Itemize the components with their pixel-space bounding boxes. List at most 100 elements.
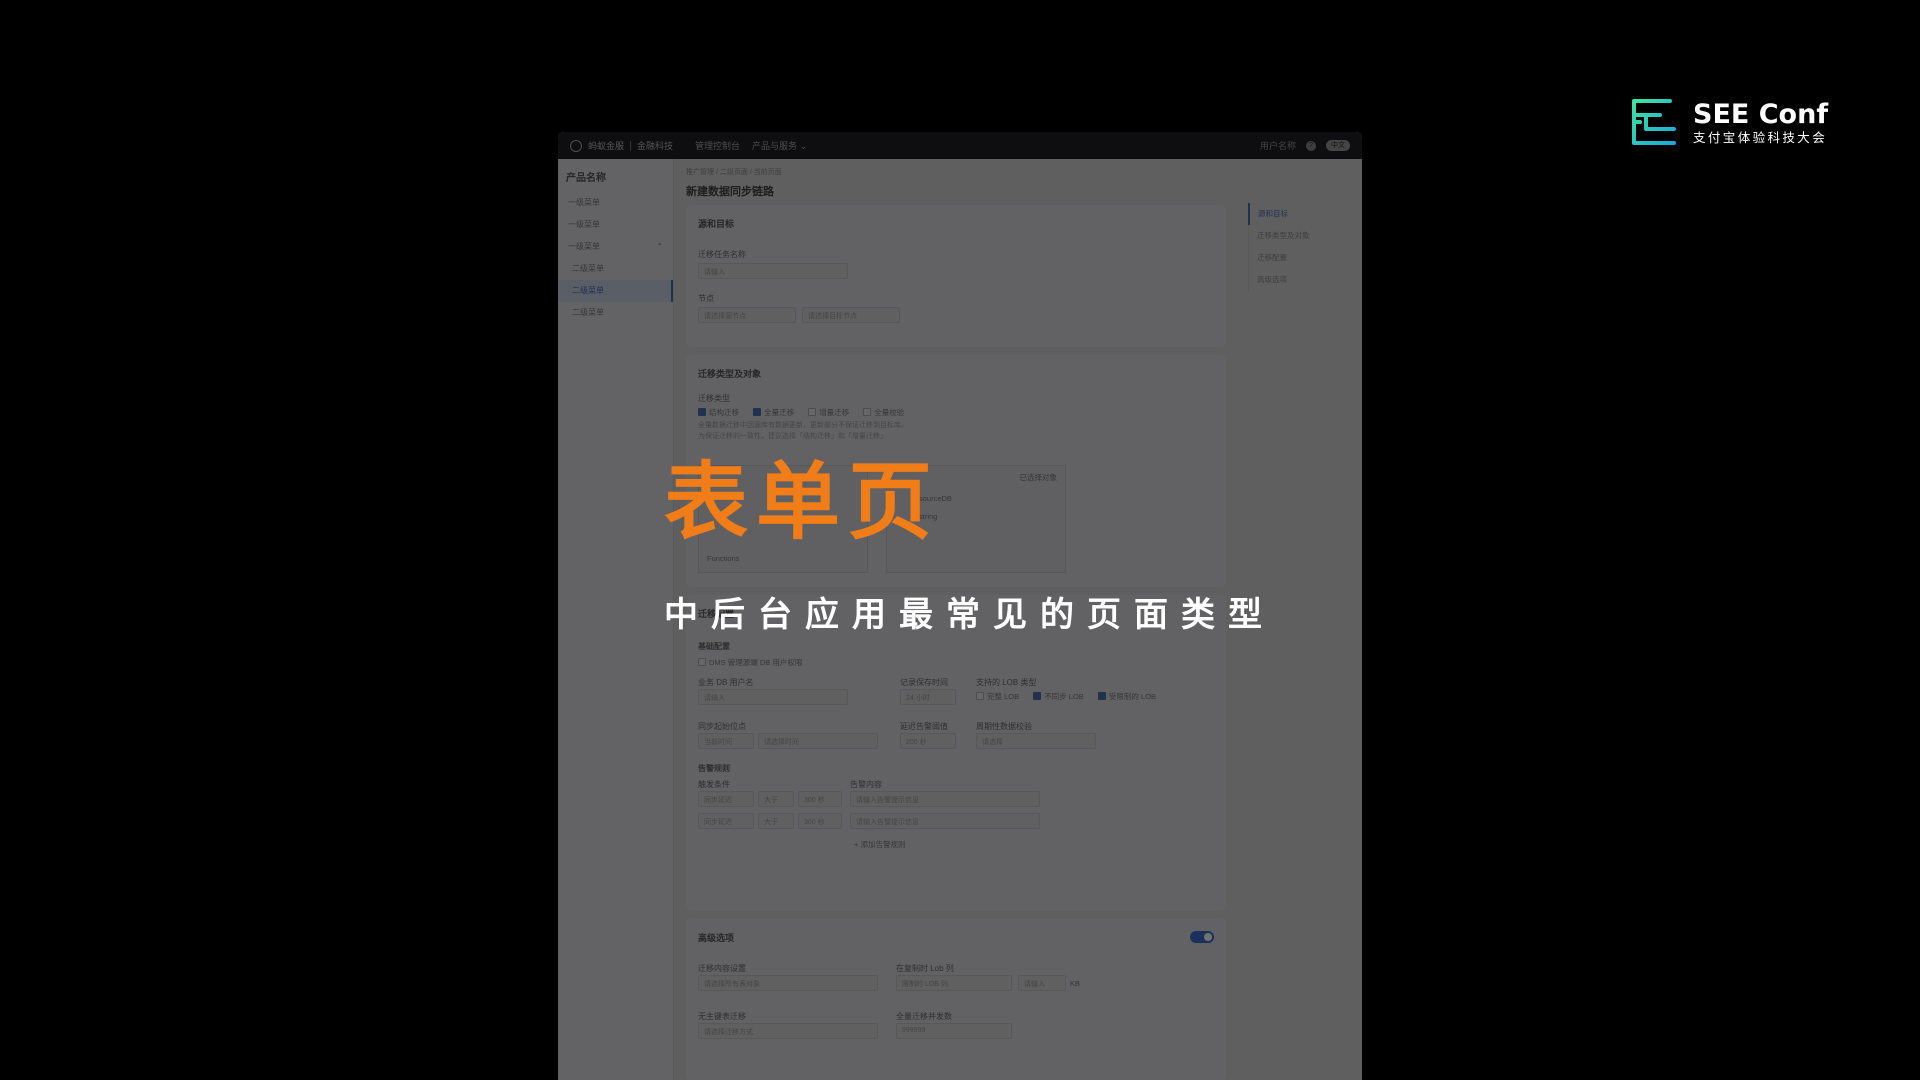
user-name[interactable]: 用户名称 [1260,139,1296,152]
add-rule-button[interactable]: + 添加告警规则 [854,839,905,850]
basic-config-title: 基础配置 [698,642,730,651]
rule-2-content[interactable]: 请输入告警提示信息 [850,813,1040,829]
anchor-nav: 源和目标 迁移类型及对象 迁移配置 高级选项 [1248,203,1358,291]
dms-option[interactable]: DMS 管理源端 DB 用户权限 [698,657,802,668]
chevron-down-icon: ⌄ [799,141,808,151]
checkbox-icon [976,692,984,700]
headline-subtitle: 中后台应用最常见的页面类型 [664,595,1275,635]
db-user-label: 业务 DB 用户名 [698,678,754,687]
checkbox-icon [863,408,872,416]
type-option-full[interactable]: 全量迁移 [753,408,794,417]
sidebar-subitem-3[interactable]: 二级菜单 [558,302,673,324]
section-advanced-title: 高级选项 [698,933,735,943]
type-option-incremental[interactable]: 增量迁移 [808,408,849,417]
brand-divider [630,140,632,151]
brand-right: 金融科技 [637,141,674,151]
type-option-verify-label: 全量校验 [874,408,905,417]
top-nav: 管理控制台 产品与服务 ⌄ [695,139,807,152]
nopk-select[interactable]: 请选择迁移方式 [698,1023,878,1039]
log-time-label: 记录保存时间 [900,678,948,687]
trigger-label: 触发条件 [698,780,730,789]
rule-2-value[interactable]: 300 秒 [798,813,842,829]
type-hint-1: 全量数据迁移中因源库有数据更新，更新部分不保证迁移到目标库。 [698,422,908,429]
rule-1-op[interactable]: 大于 [758,791,794,807]
advanced-toggle[interactable] [1190,931,1214,943]
section-advanced: 高级选项 迁移内容设置 请选择所有表对象 在复制时 Lob 列 限制的 LOB … [686,919,1226,1080]
type-option-structure[interactable]: 结构迁移 [698,408,739,417]
anchor-item-advanced[interactable]: 高级选项 [1249,269,1358,291]
rule-2-op[interactable]: 大于 [758,813,794,829]
sidebar-item-3[interactable]: 一级菜单 ⌃ [558,236,673,258]
nav-console[interactable]: 管理控制台 [695,139,740,152]
lob-option-limited[interactable]: 受限制的 LOB [1097,692,1156,701]
sidebar-item-1[interactable]: 一级菜单 [558,192,673,214]
brand-left: 蚂蚁金服 [588,141,625,151]
rule-1-value[interactable]: 300 秒 [798,791,842,807]
page-title: 新建数据同步链路 [686,186,774,198]
lob-unit: KB [1070,979,1081,988]
content-setting-select[interactable]: 请选择所有表对象 [698,975,878,991]
type-option-verify[interactable]: 全量校验 [863,408,904,417]
nav-products-label: 产品与服务 [752,141,798,151]
target-node-select[interactable]: 请选择目标节点 [802,307,900,323]
task-name-input[interactable]: 请输入 [698,263,848,279]
lob-options: 完整 LOB 不同步 LOB 受限制的 LOB [976,691,1168,702]
section-source-target: 源和目标 迁移任务名称 请输入 节点 请选择源节点 请选择目标节点 [686,205,1226,347]
node-label: 节点 [698,294,714,303]
logo-subtitle: 支付宝体验科技大会 [1693,130,1828,145]
anchor-item-type[interactable]: 迁移类型及对象 [1249,225,1358,247]
type-option-full-label: 全量迁移 [764,408,795,417]
lob-option-limited-label: 受限制的 LOB [1108,692,1156,701]
logo-title: SEE Conf [1693,99,1829,130]
sidebar-subitem-2-active[interactable]: 二级菜单 [558,280,673,302]
checkbox-icon [808,408,817,416]
section-source-title: 源和目标 [698,219,735,229]
brand[interactable]: 蚂蚁金服 金融科技 [570,139,673,152]
top-navbar: 蚂蚁金服 金融科技 管理控制台 产品与服务 ⌄ 用户名称 ? 中文 [558,132,1362,159]
chevron-up-icon: ⌃ [656,242,663,251]
concurrency-input[interactable]: 999999 [896,1023,1012,1039]
delay-label: 延迟告警阈值 [900,722,948,731]
section-config: 迁移配置 基础配置 DMS 管理源端 DB 用户权限 业务 DB 用户名 请输入… [686,595,1226,911]
selected-objects-label: 已选择对象 [1019,473,1058,482]
rule-2-metric[interactable]: 同步延迟 [698,813,754,829]
checkbox-icon [698,658,706,666]
lob-option-none[interactable]: 不同步 LOB [1033,692,1084,701]
checkbox-checked-icon [698,408,706,416]
rule-1-metric[interactable]: 同步延迟 [698,791,754,807]
sidebar-subitem-1[interactable]: 二级菜单 [558,258,673,280]
breadcrumb[interactable]: 推广管理 / 二级页面 / 当前页面 [686,167,782,177]
source-node-select[interactable]: 请选择源节点 [698,307,796,323]
anchor-item-config[interactable]: 迁移配置 [1249,247,1358,269]
log-time-select[interactable]: 24 小时 [900,689,956,705]
lob-size-input[interactable]: 请输入 [1018,975,1066,991]
db-user-input[interactable]: 请输入 [698,689,848,705]
checkbox-checked-icon [1033,692,1042,700]
dms-option-label: DMS 管理源端 DB 用户权限 [709,658,803,667]
sidebar-item-2[interactable]: 一级菜单 [558,214,673,236]
sidebar-item-3-label: 一级菜单 [568,242,600,251]
list-item[interactable]: Functions [707,554,740,563]
type-option-incremental-label: 增量迁移 [819,408,850,417]
see-conf-logo: SEE Conf 支付宝体验科技大会 [1630,98,1830,148]
nav-products[interactable]: 产品与服务 ⌄ [752,139,807,152]
delay-input[interactable]: 200 秒 [900,733,956,749]
period-select[interactable]: 请选择 [976,733,1096,749]
ant-logo-icon [570,139,582,152]
lob-option-full[interactable]: 完整 LOB [976,692,1019,701]
sidebar-title: 产品名称 [566,173,606,184]
checkbox-checked-icon [753,408,762,416]
language-toggle[interactable]: 中文 [1326,140,1350,151]
rule-1-content[interactable]: 请输入告警提示信息 [850,791,1040,807]
lob-col-select[interactable]: 限制的 LOB 列 [896,975,1012,991]
concurrency-label: 全量迁移并发数 [896,1012,952,1021]
sync-start-select[interactable]: 当前时间 [698,733,754,749]
anchor-item-source[interactable]: 源和目标 [1248,203,1358,225]
lob-col-label: 在复制时 Lob 列 [896,964,954,973]
sync-start-label: 同步起始位点 [698,722,746,731]
type-option-structure-label: 结构迁移 [709,408,739,417]
content-setting-label: 迁移内容设置 [698,964,746,973]
help-icon[interactable]: ? [1306,140,1316,151]
sync-start-date[interactable]: 请选择时间 [758,733,878,749]
task-name-label: 迁移任务名称 [698,250,746,259]
